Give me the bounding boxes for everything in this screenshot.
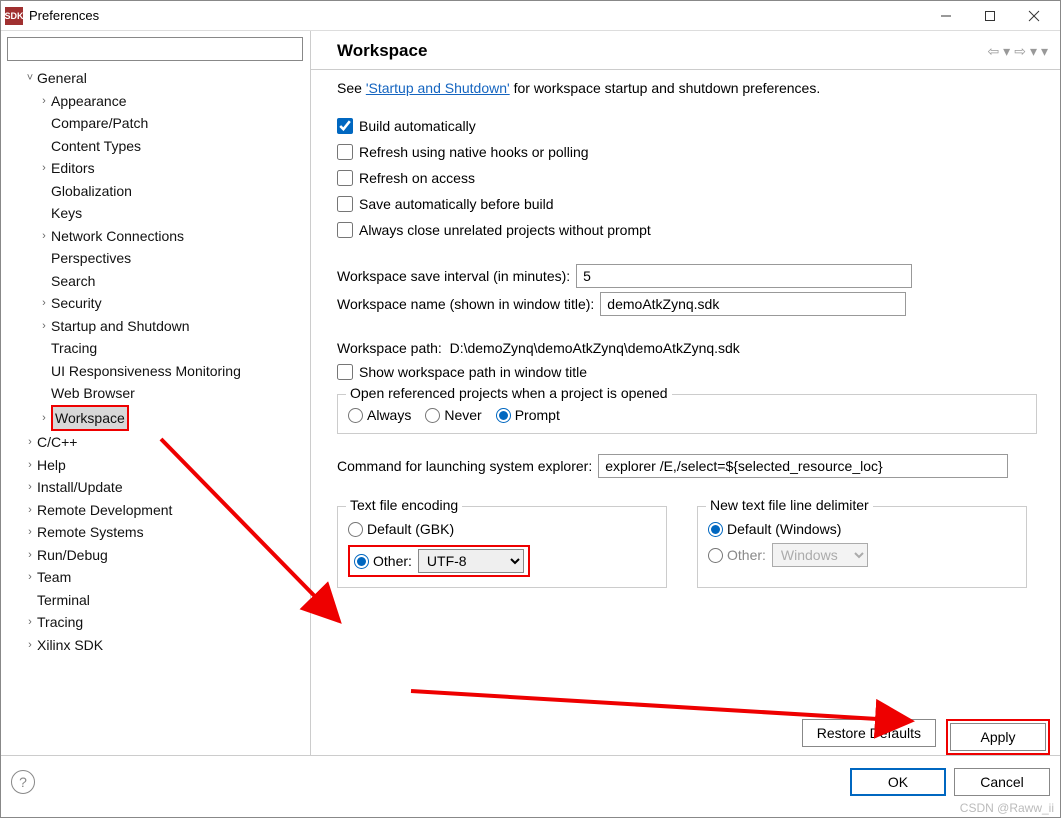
lbl-save-before-build: Save automatically before build	[359, 192, 554, 216]
tree-web-browser[interactable]: Web Browser	[9, 382, 308, 405]
enc-other-combo[interactable]: UTF-8	[418, 549, 524, 573]
tree-run-debug[interactable]: ›Run/Debug	[9, 544, 308, 567]
page-title: Workspace	[337, 41, 985, 61]
lbl-refresh-hooks: Refresh using native hooks or polling	[359, 140, 589, 164]
tree-keys[interactable]: Keys	[9, 202, 308, 225]
lbl-build-automatically: Build automatically	[359, 114, 476, 138]
tree-general[interactable]: ˅General	[9, 67, 308, 90]
chk-save-before-build[interactable]	[337, 196, 353, 212]
tree-remote-systems[interactable]: ›Remote Systems	[9, 521, 308, 544]
cancel-button[interactable]: Cancel	[954, 768, 1050, 796]
tree-cpp[interactable]: ›C/C++	[9, 431, 308, 454]
tree-compare-patch[interactable]: Compare/Patch	[9, 112, 308, 135]
tree-network-connections[interactable]: ›Network Connections	[9, 225, 308, 248]
window-title: Preferences	[29, 8, 924, 23]
startup-shutdown-link[interactable]: 'Startup and Shutdown'	[366, 80, 510, 96]
lbl-workspace-path: Workspace path:	[337, 340, 442, 356]
startup-shutdown-hint: See 'Startup and Shutdown' for workspace…	[337, 80, 1050, 96]
tree-startup-shutdown[interactable]: ›Startup and Shutdown	[9, 315, 308, 338]
radio-delim-other[interactable]: Other:	[708, 543, 766, 567]
maximize-button[interactable]	[968, 1, 1012, 31]
lbl-cmd-explorer: Command for launching system explorer:	[337, 458, 592, 474]
help-icon[interactable]: ?	[11, 770, 35, 794]
tree-workspace[interactable]: ›Workspace	[9, 405, 308, 432]
preferences-tree[interactable]: ˅General ›Appearance Compare/Patch Conte…	[3, 67, 308, 656]
chk-refresh-hooks[interactable]	[337, 144, 353, 160]
legend-line-delimiter: New text file line delimiter	[706, 497, 873, 513]
lbl-workspace-name: Workspace name (shown in window title):	[337, 296, 594, 312]
workspace-path-value: D:\demoZynq\demoAtkZynq\demoAtkZynq.sdk	[450, 340, 740, 356]
filter-input[interactable]	[7, 37, 303, 61]
radio-enc-other[interactable]: Other:	[354, 553, 412, 569]
close-button[interactable]	[1012, 1, 1056, 31]
chk-close-unrelated[interactable]	[337, 222, 353, 238]
lbl-refresh-access: Refresh on access	[359, 166, 475, 190]
tree-security[interactable]: ›Security	[9, 292, 308, 315]
tree-editors[interactable]: ›Editors	[9, 157, 308, 180]
radio-prompt[interactable]: Prompt	[496, 407, 560, 423]
group-text-encoding: Text file encoding Default (GBK) Other: …	[337, 506, 667, 588]
watermark: CSDN @Raww_ii	[960, 801, 1054, 815]
tree-tracing[interactable]: Tracing	[9, 337, 308, 360]
tree-appearance[interactable]: ›Appearance	[9, 90, 308, 113]
lbl-show-ws-path: Show workspace path in window title	[359, 360, 587, 384]
bottom-bar: ? OK Cancel	[1, 755, 1060, 807]
chk-show-ws-path[interactable]	[337, 364, 353, 380]
back-icon: ⇦	[985, 43, 1001, 59]
legend-text-encoding: Text file encoding	[346, 497, 462, 513]
tree-ui-responsiveness[interactable]: UI Responsiveness Monitoring	[9, 360, 308, 383]
radio-never[interactable]: Never	[425, 407, 481, 423]
tree-terminal[interactable]: Terminal	[9, 589, 308, 612]
lbl-save-interval: Workspace save interval (in minutes):	[337, 268, 570, 284]
tree-help[interactable]: ›Help	[9, 454, 308, 477]
content-panel: Workspace ⇦▾⇨▾▾ See 'Startup and Shutdow…	[311, 31, 1060, 755]
tree-install-update[interactable]: ›Install/Update	[9, 476, 308, 499]
workspace-name-input[interactable]	[600, 292, 906, 316]
tree-tracing2[interactable]: ›Tracing	[9, 611, 308, 634]
chk-refresh-access[interactable]	[337, 170, 353, 186]
forward-icon: ⇨	[1012, 43, 1028, 59]
ok-button[interactable]: OK	[850, 768, 946, 796]
radio-delim-default[interactable]: Default (Windows)	[708, 517, 841, 541]
cmd-explorer-input[interactable]	[598, 454, 1008, 478]
tree-content-types[interactable]: Content Types	[9, 135, 308, 158]
apply-button[interactable]: Apply	[950, 723, 1046, 751]
legend-open-referenced: Open referenced projects when a project …	[346, 385, 672, 401]
save-interval-input[interactable]	[576, 264, 912, 288]
sidebar: ˅General ›Appearance Compare/Patch Conte…	[1, 31, 311, 755]
app-icon: SDK	[5, 7, 23, 25]
radio-always[interactable]: Always	[348, 407, 411, 423]
tree-team[interactable]: ›Team	[9, 566, 308, 589]
lbl-close-unrelated: Always close unrelated projects without …	[359, 218, 651, 242]
group-open-referenced: Open referenced projects when a project …	[337, 394, 1037, 434]
tree-perspectives[interactable]: Perspectives	[9, 247, 308, 270]
tree-search[interactable]: Search	[9, 270, 308, 293]
delim-other-combo[interactable]: Windows	[772, 543, 868, 567]
chk-build-automatically[interactable]	[337, 118, 353, 134]
group-line-delimiter: New text file line delimiter Default (Wi…	[697, 506, 1027, 588]
tree-remote-development[interactable]: ›Remote Development	[9, 499, 308, 522]
minimize-button[interactable]	[924, 1, 968, 31]
restore-defaults-button[interactable]: Restore Defaults	[802, 719, 936, 747]
page-nav[interactable]: ⇦▾⇨▾▾	[985, 43, 1050, 60]
tree-globalization[interactable]: Globalization	[9, 180, 308, 203]
tree-xilinx-sdk[interactable]: ›Xilinx SDK	[9, 634, 308, 657]
titlebar: SDK Preferences	[1, 1, 1060, 31]
radio-enc-default[interactable]: Default (GBK)	[348, 517, 454, 541]
